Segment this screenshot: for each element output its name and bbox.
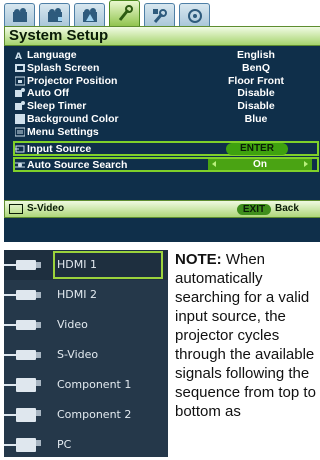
auto-source-search-value: On [253, 159, 267, 170]
picture-icon [13, 8, 27, 22]
menu-item-projector-position[interactable]: Projector Position Floor Front [5, 75, 320, 87]
source-item-label: HDMI 2 [57, 288, 97, 301]
video-connector-icon [16, 320, 41, 330]
picture-advanced-icon [48, 8, 62, 22]
source-item-label: S-Video [57, 348, 99, 361]
svg-text:A: A [15, 52, 22, 60]
source-item-label: Component 2 [57, 408, 132, 421]
source-item-label: PC [57, 438, 72, 451]
menu-item-splash-screen[interactable]: Splash Screen BenQ [5, 62, 320, 74]
menu-item-label: Background Color [27, 113, 119, 125]
tab-information[interactable] [179, 3, 210, 27]
tab-system-advanced[interactable] [144, 3, 175, 27]
language-icon: A [15, 52, 22, 60]
note-text: NOTE: When automatically searching for a… [175, 250, 319, 421]
component-connector-icon [16, 378, 41, 392]
source-item-component-1[interactable]: Component 1 [4, 370, 168, 400]
connector-line [4, 324, 16, 326]
source-item-hdmi-1[interactable]: HDMI 1 [4, 250, 168, 280]
information-icon [188, 9, 202, 23]
current-source: S-Video [27, 203, 65, 214]
menu-item-value: Disable [237, 100, 275, 112]
menu-item-value: English [237, 49, 275, 61]
connector-line [4, 294, 16, 296]
menu-item-auto-source-search[interactable]: Auto Source Search On [5, 159, 320, 171]
note-label: NOTE: [175, 251, 222, 268]
connector-line [4, 384, 16, 386]
menu-item-language[interactable]: A Language English [5, 49, 320, 61]
background-color-icon [15, 114, 25, 124]
display-icon [83, 8, 97, 22]
menu-item-label: Sleep Timer [27, 100, 87, 112]
tab-picture-advanced[interactable] [39, 3, 70, 27]
menu-settings-icon [15, 127, 25, 137]
menu-tabs [4, 0, 224, 27]
source-list: HDMI 1 HDMI 2 Video S-Video Component 1 … [4, 250, 168, 457]
s-video-connector-icon [16, 350, 41, 360]
component-connector-icon [16, 408, 41, 422]
menu-item-background-color[interactable]: Background Color Blue [5, 113, 320, 125]
menu-item-label: Auto Off [27, 87, 69, 99]
arrow-right-icon[interactable] [304, 161, 308, 167]
menu-item-label: Auto Source Search [27, 159, 128, 171]
tab-picture[interactable] [4, 3, 35, 27]
tab-display[interactable] [74, 3, 105, 27]
menu-item-label: Projector Position [27, 75, 118, 87]
menu-title-bar: System Setup [4, 26, 320, 46]
menu-item-value: Floor Front [228, 75, 284, 87]
menu-item-label: Language [27, 49, 77, 61]
menu-item-auto-off[interactable]: Auto Off Disable [5, 87, 320, 99]
note-body: When automatically searching for a valid… [175, 251, 316, 420]
hdmi-connector-icon [16, 290, 41, 300]
auto-off-icon [15, 88, 25, 97]
tab-system-setup[interactable] [109, 0, 140, 27]
menu-item-value: Blue [244, 113, 268, 125]
menu-item-menu-settings[interactable]: Menu Settings [5, 126, 320, 138]
enter-button[interactable]: ENTER [226, 143, 288, 155]
back-label: Back [275, 203, 299, 214]
source-item-label: Component 1 [57, 378, 132, 391]
source-item-component-2[interactable]: Component 2 [4, 400, 168, 430]
system-advanced-icon [153, 9, 167, 23]
connector-line [4, 264, 16, 266]
auto-source-search-selector[interactable]: On [208, 159, 312, 170]
source-item-hdmi-2[interactable]: HDMI 2 [4, 280, 168, 310]
projector-position-icon [15, 76, 25, 86]
menu-item-value: Disable [237, 87, 275, 99]
source-item-s-video[interactable]: S-Video [4, 340, 168, 370]
status-bar: S-Video EXIT Back [4, 200, 320, 218]
sleep-timer-icon [15, 101, 25, 110]
exit-button[interactable]: EXIT [237, 204, 271, 215]
osd-menu: System Setup A Language English Splash S… [4, 0, 320, 242]
menu-item-input-source[interactable]: Input Source ENTER [5, 143, 320, 155]
auto-source-search-icon [15, 162, 25, 168]
source-item-pc[interactable]: PC [4, 430, 168, 460]
source-item-video[interactable]: Video [4, 310, 168, 340]
connector-line [4, 444, 16, 446]
pc-connector-icon [16, 438, 41, 452]
connector-line [4, 354, 16, 356]
hdmi-connector-icon [16, 260, 41, 270]
source-item-label: Video [57, 318, 88, 331]
menu-item-sleep-timer[interactable]: Sleep Timer Disable [5, 100, 320, 112]
splash-screen-icon [15, 64, 25, 72]
menu-title: System Setup [9, 27, 109, 44]
menu-item-label: Input Source [27, 143, 92, 155]
system-setup-icon [118, 5, 133, 21]
input-source-icon [15, 145, 25, 153]
input-source-icon [9, 204, 23, 214]
menu-item-value: BenQ [241, 62, 270, 74]
menu-item-label: Splash Screen [27, 62, 100, 74]
source-item-label: HDMI 1 [57, 258, 97, 271]
connector-line [4, 414, 16, 416]
menu-item-label: Menu Settings [27, 126, 99, 138]
